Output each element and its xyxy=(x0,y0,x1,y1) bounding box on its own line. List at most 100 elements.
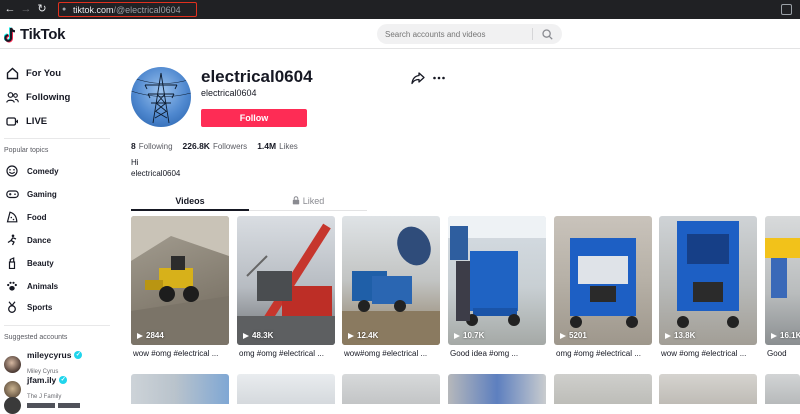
followers-count[interactable]: 226.8K xyxy=(183,141,210,151)
topic-animals[interactable]: Animals xyxy=(5,279,58,293)
video-thumbnail[interactable] xyxy=(554,374,652,404)
block-machine-image xyxy=(677,221,739,328)
video-thumbnail[interactable] xyxy=(765,374,800,404)
topic-beauty[interactable]: Beauty xyxy=(5,256,54,270)
url-path: /@electrical0604 xyxy=(113,4,181,15)
forward-icon[interactable]: → xyxy=(18,0,34,19)
block-machine-image xyxy=(448,216,546,326)
more-options-icon[interactable] xyxy=(432,71,446,85)
video-thumbnail[interactable]: 16.1K xyxy=(765,216,800,345)
video-thumbnail[interactable]: 5201 xyxy=(554,216,652,345)
view-count-value: 48.3K xyxy=(252,331,274,340)
topic-sports[interactable]: Sports xyxy=(5,300,52,314)
profile-bio: Hi electrical0604 xyxy=(131,157,180,179)
popular-topics-heading: Popular topics xyxy=(4,147,49,154)
tiktok-logo[interactable]: TikTok xyxy=(4,26,65,43)
account-name: mileycyrus xyxy=(27,350,72,360)
beauty-icon xyxy=(5,256,19,270)
search-input[interactable] xyxy=(377,29,532,39)
video-thumbnail[interactable] xyxy=(131,374,229,404)
video-caption[interactable]: omg #omg #electrical ... xyxy=(239,349,337,358)
play-icon xyxy=(137,332,143,339)
verified-icon: ✓ xyxy=(59,376,68,384)
topic-label: Dance xyxy=(27,235,52,245)
sidebar-item-live[interactable]: LIVE xyxy=(5,114,47,128)
suggested-accounts-heading: Suggested accounts xyxy=(4,334,68,341)
gaming-icon xyxy=(5,187,19,201)
sidebar-item-for-you[interactable]: For You xyxy=(5,66,61,80)
play-icon xyxy=(771,332,777,339)
sidebar: For You Following LIVE Popular topics Co… xyxy=(0,50,115,414)
lock-icon: ● xyxy=(62,5,67,13)
video-thumbnail[interactable]: 2844 xyxy=(131,216,229,345)
topic-food[interactable]: Food xyxy=(5,210,47,224)
account-name: jfam.ily xyxy=(27,375,57,385)
following-count[interactable]: 8 xyxy=(131,141,136,151)
power-tower-image xyxy=(131,72,191,124)
sidebar-item-label: Following xyxy=(26,91,71,103)
sidebar-divider xyxy=(4,138,110,139)
url-host: tiktok.com xyxy=(73,4,114,15)
sports-icon xyxy=(5,300,19,314)
topic-label: Comedy xyxy=(27,166,59,176)
sidebar-divider xyxy=(4,325,110,326)
video-caption[interactable]: wow#omg #electrical ... xyxy=(344,349,442,358)
tab-videos[interactable]: Videos xyxy=(131,193,249,211)
topic-comedy[interactable]: Comedy xyxy=(5,164,59,178)
back-icon[interactable]: ← xyxy=(2,0,18,19)
followers-label: Followers xyxy=(212,142,248,151)
reload-icon[interactable]: ↻ xyxy=(34,0,50,19)
search-bar xyxy=(377,24,562,44)
extension-icon[interactable] xyxy=(781,4,792,15)
following-icon xyxy=(5,90,19,104)
view-count: 12.4K xyxy=(348,331,378,340)
likes-count: 1.4M xyxy=(257,141,277,151)
view-count-value: 2844 xyxy=(146,331,164,340)
sidebar-item-following[interactable]: Following xyxy=(5,90,70,104)
address-bar[interactable]: ● tiktok.com/@electrical0604 xyxy=(58,2,197,17)
video-caption[interactable]: wow #omg #electrical ... xyxy=(661,349,759,358)
play-icon xyxy=(348,332,354,339)
topic-label: Animals xyxy=(27,281,59,291)
video-thumbnail[interactable]: 48.3K xyxy=(237,216,335,345)
tab-liked[interactable]: Liked xyxy=(249,193,367,211)
sidebar-item-label: LIVE xyxy=(26,115,48,127)
follow-button[interactable]: Follow xyxy=(201,109,307,127)
home-icon xyxy=(5,66,19,80)
suggested-account[interactable]: mileycyrus ✓ Miley Cyrus xyxy=(4,350,83,378)
video-caption[interactable]: Good xyxy=(767,349,800,358)
likes-label: Likes xyxy=(279,142,298,151)
video-caption[interactable]: Good idea #omg ... xyxy=(450,349,548,358)
video-caption[interactable]: omg #omg #electrical ... xyxy=(556,349,654,358)
animals-icon xyxy=(5,279,19,293)
video-thumbnail[interactable] xyxy=(448,374,546,404)
bio-line: Hi xyxy=(131,158,139,167)
search-icon xyxy=(541,28,553,40)
view-count-value: 10.7K xyxy=(463,331,485,340)
share-icon[interactable] xyxy=(411,71,425,85)
play-icon xyxy=(243,332,249,339)
play-icon xyxy=(560,332,566,339)
view-count: 10.7K xyxy=(454,331,484,340)
video-thumbnail[interactable] xyxy=(342,374,440,404)
video-thumbnail[interactable]: 12.4K xyxy=(342,216,440,345)
following-label: Following xyxy=(138,142,173,151)
video-caption[interactable]: wow #omg #electrical ... xyxy=(133,349,231,358)
view-count: 13.8K xyxy=(665,331,695,340)
profile-tabs: Videos Liked xyxy=(131,193,367,211)
view-count-value: 5201 xyxy=(569,331,587,340)
topic-gaming[interactable]: Gaming xyxy=(5,187,57,201)
video-thumbnail[interactable] xyxy=(659,374,757,404)
video-thumbnail[interactable] xyxy=(237,374,335,404)
video-thumbnail[interactable]: 10.7K xyxy=(448,216,546,345)
video-thumbnail[interactable]: 13.8K xyxy=(659,216,757,345)
topic-label: Beauty xyxy=(27,258,54,268)
suggested-account[interactable] xyxy=(4,397,80,414)
tab-liked-label: Liked xyxy=(302,196,325,206)
loader-scene-image xyxy=(131,216,229,345)
view-count: 48.3K xyxy=(243,331,273,340)
topic-dance[interactable]: Dance xyxy=(5,233,51,247)
dance-icon xyxy=(5,233,19,247)
search-button[interactable] xyxy=(533,24,561,44)
topic-label: Food xyxy=(27,212,47,222)
